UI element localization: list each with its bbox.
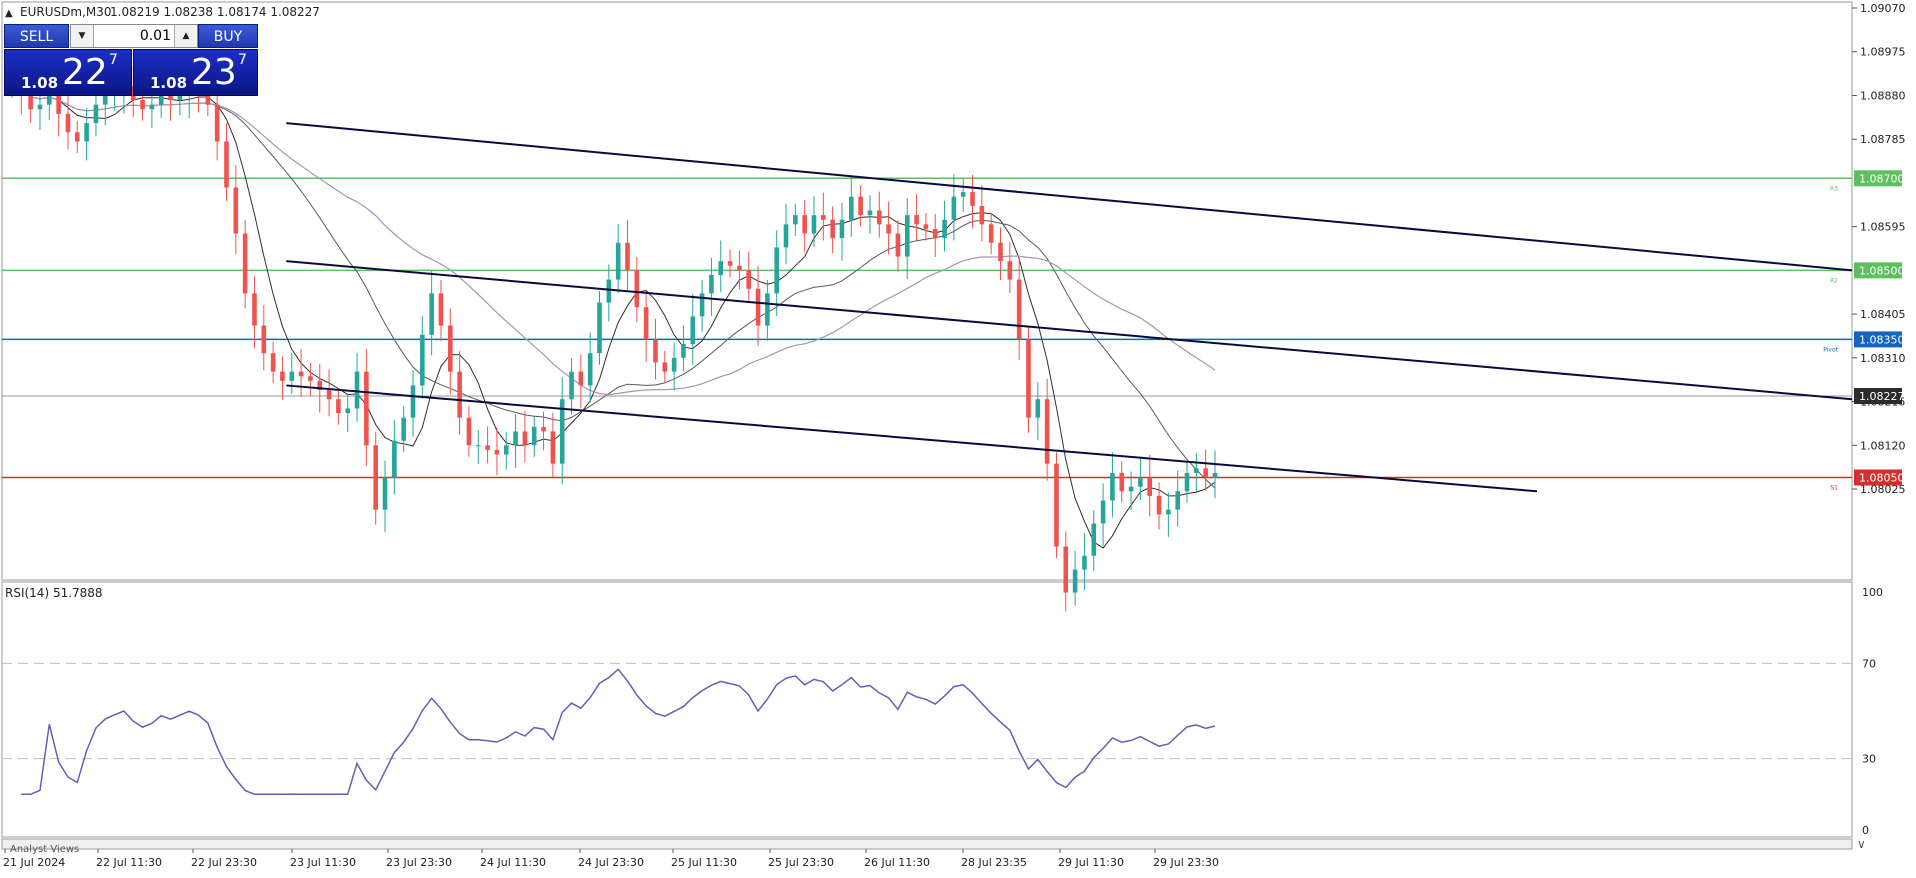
time-tick-label: 29 Jul 11:30 [1058, 856, 1124, 869]
level-price-box: 1.08050 [1854, 469, 1905, 486]
time-tick-label: 24 Jul 23:30 [578, 856, 644, 869]
level-price-box: 1.08500 [1854, 262, 1905, 279]
price-tick-label: 1.09070 [1860, 2, 1906, 15]
time-tick-label: 23 Jul 23:30 [386, 856, 452, 869]
time-tick-label: 22 Jul 23:30 [191, 856, 257, 869]
bid-price-pips: 22 [62, 52, 108, 93]
level-price-box: 1.08700 [1854, 170, 1905, 187]
candle [1054, 452, 1059, 559]
bottom-panel-frame [1, 838, 1853, 850]
rsi-tick-label: 30 [1862, 753, 1876, 766]
level-tag-0: R3 [1830, 185, 1838, 192]
price-tick-label: 1.08595 [1860, 221, 1906, 234]
collapse-chevron-icon[interactable]: ∨ [1857, 837, 1866, 851]
bid-price-fraction: 7 [109, 52, 118, 68]
price-tick-label: 1.08785 [1860, 133, 1906, 146]
sell-button[interactable]: SELL [4, 24, 69, 48]
time-tick-label: 29 Jul 23:30 [1153, 856, 1219, 869]
rsi-tick-label: 0 [1862, 824, 1869, 837]
title-arrow-icon[interactable]: ▲ [5, 8, 13, 19]
ask-price-button[interactable]: 1.08 23 7 [133, 49, 258, 96]
price-tick-label: 1.08120 [1860, 439, 1906, 452]
rsi-tick-label: 100 [1862, 586, 1883, 599]
ask-price-pips: 23 [191, 52, 237, 93]
bid-price-prefix: 1.08 [21, 74, 59, 92]
level-tag-3: S1 [1830, 484, 1838, 491]
level-tag-1: R2 [1830, 277, 1838, 284]
time-tick-label: 25 Jul 23:30 [768, 856, 834, 869]
chart-canvas[interactable]: ▲ EURUSDm,M30 1.08219 1.08238 1.08174 1.… [0, 0, 1916, 874]
lot-increase-icon[interactable]: ▲ [174, 25, 197, 47]
ohlc-readout: 1.08219 1.08238 1.08174 1.08227 [110, 5, 320, 19]
time-tick-label: 28 Jul 23:35 [961, 856, 1027, 869]
price-tick-label: 1.08405 [1860, 308, 1906, 321]
time-tick-label: 24 Jul 11:30 [480, 856, 546, 869]
ask-price-fraction: 7 [238, 52, 247, 68]
time-tick-label: 26 Jul 11:30 [864, 856, 930, 869]
level-tag-2: Pivot [1823, 346, 1838, 353]
trading-chart-window[interactable]: ▲ EURUSDm,M30 1.08219 1.08238 1.08174 1.… [0, 0, 1916, 874]
svg-text:1.08050: 1.08050 [1859, 471, 1905, 484]
price-tick-label: 1.08975 [1860, 46, 1906, 59]
time-tick-label: 25 Jul 11:30 [671, 856, 737, 869]
lot-size-input[interactable] [94, 26, 174, 46]
lot-decrease-icon[interactable]: ▼ [71, 25, 94, 47]
rsi-label: RSI(14) 51.7888 [5, 586, 103, 600]
level-price-box: 1.08350 [1854, 331, 1905, 348]
buy-button[interactable]: BUY [198, 24, 258, 48]
svg-text:1.08700: 1.08700 [1859, 172, 1905, 185]
svg-text:1.08500: 1.08500 [1859, 264, 1905, 277]
svg-text:1.08227: 1.08227 [1859, 390, 1905, 403]
current-price-box: 1.08227 [1854, 388, 1905, 405]
price-tick-label: 1.08310 [1860, 352, 1906, 365]
lot-size-stepper[interactable]: ▼ ▲ [70, 24, 198, 48]
bid-price-button[interactable]: 1.08 22 7 [4, 49, 132, 96]
rsi-tick-label: 70 [1862, 657, 1876, 670]
window-title: EURUSDm,M30 [20, 5, 111, 19]
time-tick-label: 21 Jul 2024 [3, 856, 65, 869]
time-tick-label: 22 Jul 11:30 [96, 856, 162, 869]
price-tick-label: 1.08880 [1860, 89, 1906, 102]
one-click-trading-panel: SELL ▼ ▲ BUY 1.08 22 7 1.08 23 7 [4, 24, 258, 96]
time-tick-label: 23 Jul 11:30 [290, 856, 356, 869]
svg-text:1.08350: 1.08350 [1859, 333, 1905, 346]
candle [1026, 326, 1031, 433]
ask-price-prefix: 1.08 [150, 74, 188, 92]
analyst-views-tab[interactable]: Analyst Views [10, 844, 79, 855]
